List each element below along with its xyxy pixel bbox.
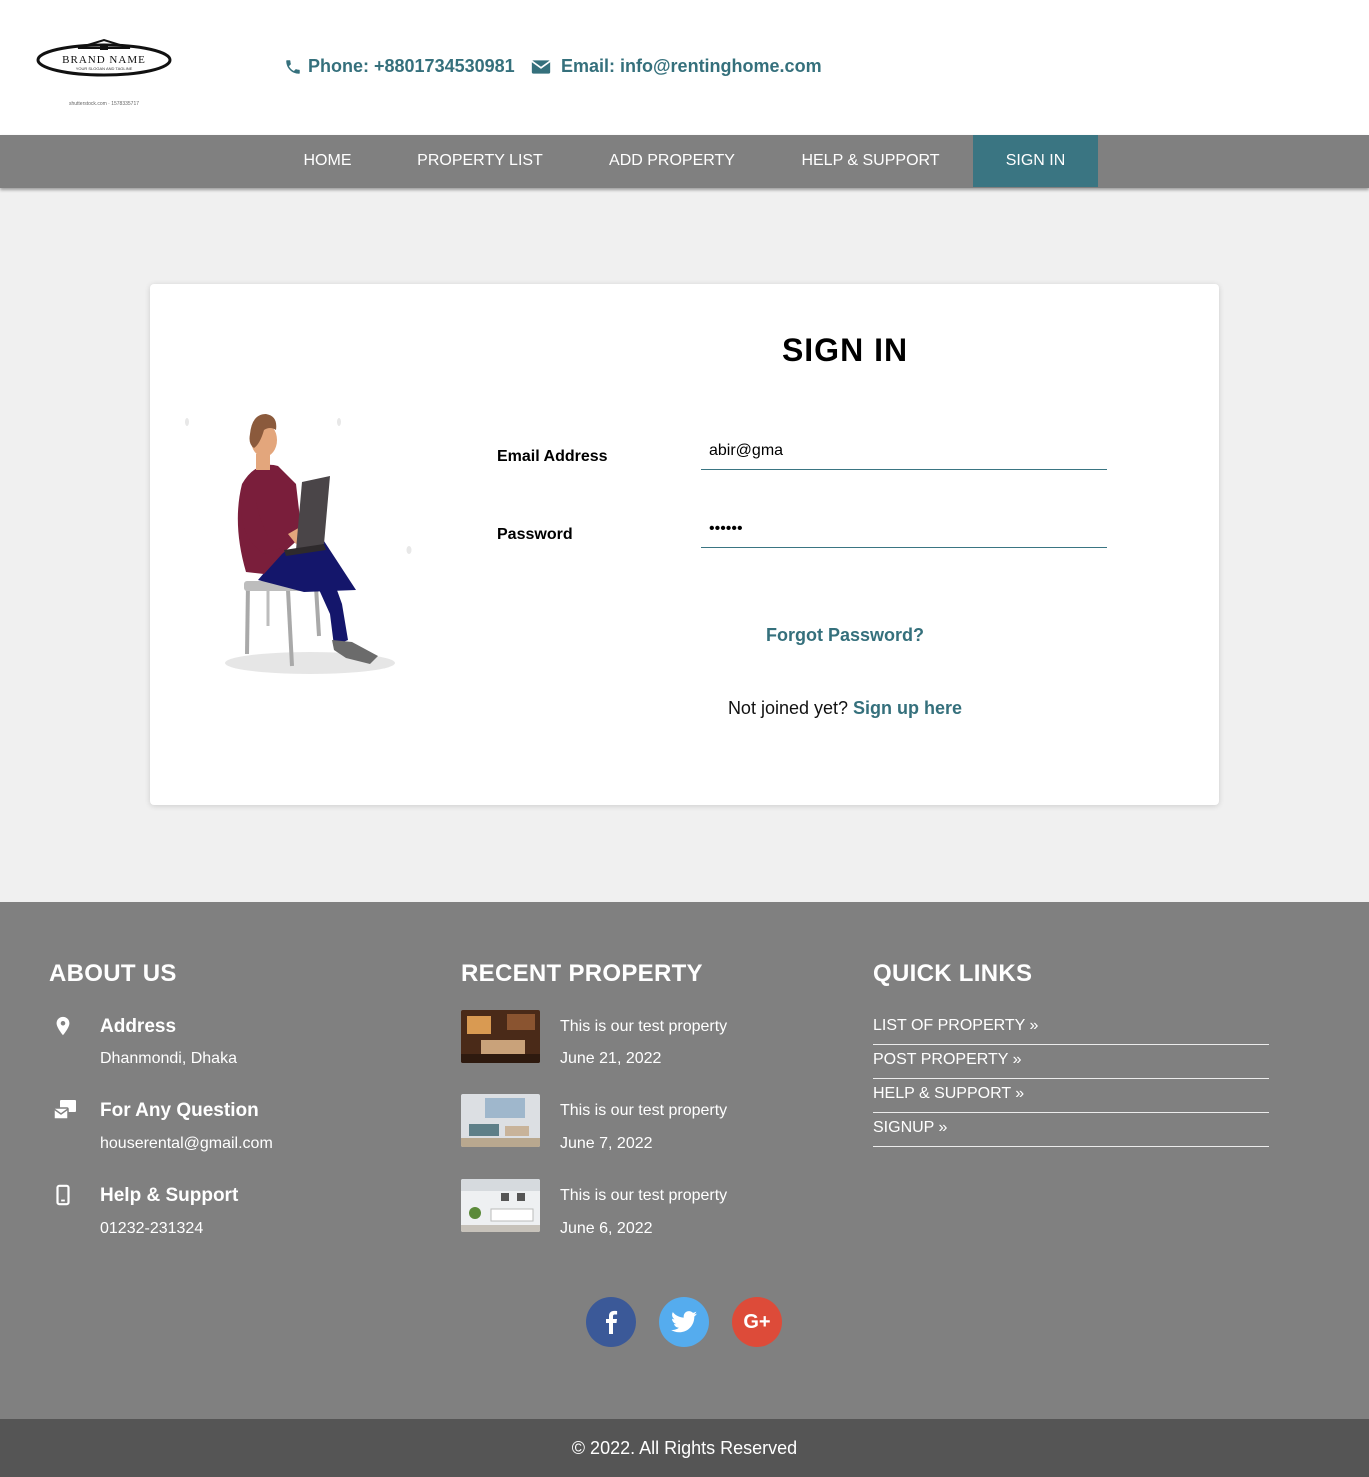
facebook-icon[interactable] — [586, 1297, 636, 1347]
recent-property-title[interactable]: This is our test property — [560, 1187, 727, 1205]
question-title: For Any Question — [100, 1100, 259, 1121]
svg-text:shutterstock.com · 1578335717: shutterstock.com · 1578335717 — [69, 101, 139, 107]
email-label: Email Address — [497, 448, 608, 465]
nav-sign-in[interactable]: SIGN IN — [973, 135, 1098, 187]
envelope-icon — [531, 59, 551, 74]
help-support-value: 01232-231324 — [100, 1220, 204, 1237]
recent-property-date: June 6, 2022 — [560, 1220, 653, 1237]
brand-logo[interactable]: BRAND NAME YOUR SLOGAN AND TAGLINE shutt… — [36, 38, 176, 112]
question-value[interactable]: houserental@gmail.com — [100, 1135, 273, 1153]
google-plus-icon[interactable]: G+ — [732, 1297, 782, 1347]
recent-property-date: June 21, 2022 — [560, 1050, 662, 1067]
mail-question-icon — [53, 1100, 76, 1120]
phone-icon — [286, 59, 300, 74]
help-support-title: Help & Support — [100, 1185, 239, 1206]
quick-link-signup[interactable]: SIGNUP » — [873, 1113, 1269, 1147]
property-thumb[interactable] — [461, 1094, 540, 1147]
forgot-password-link[interactable]: Forgot Password? — [690, 625, 1000, 646]
main-nav: HOME PROPERTY LIST ADD PROPERTY HELP & S… — [0, 135, 1369, 188]
svg-text:BRAND NAME: BRAND NAME — [62, 54, 146, 66]
nav-help-support[interactable]: HELP & SUPPORT — [768, 135, 973, 187]
quick-link-help-support[interactable]: HELP & SUPPORT » — [873, 1079, 1269, 1113]
recent-heading: RECENT PROPERTY — [461, 960, 703, 987]
recent-property-title[interactable]: This is our test property — [560, 1018, 727, 1036]
password-label: Password — [497, 526, 573, 543]
email-field[interactable] — [701, 432, 1107, 470]
svg-text:YOUR SLOGAN AND TAGLINE: YOUR SLOGAN AND TAGLINE — [76, 66, 133, 71]
quick-link-post-property[interactable]: POST PROPERTY » — [873, 1045, 1269, 1079]
signin-card: SIGN IN Email Address Password Forgot Pa… — [150, 284, 1219, 805]
twitter-icon[interactable] — [659, 1297, 709, 1347]
mobile-phone-icon — [56, 1184, 70, 1206]
copyright-bar: © 2022. All Rights Reserved — [0, 1419, 1369, 1477]
recent-property-date: June 7, 2022 — [560, 1135, 653, 1152]
signup-prompt: Not joined yet? Sign up here — [630, 698, 1060, 719]
property-thumb[interactable] — [461, 1010, 540, 1063]
about-heading: ABOUT US — [49, 960, 177, 987]
header-email-text: Email: info@rentinghome.com — [561, 56, 822, 76]
map-pin-icon — [56, 1016, 70, 1036]
nav-property-list[interactable]: PROPERTY LIST — [384, 135, 576, 187]
property-thumb[interactable] — [461, 1179, 540, 1232]
person-laptop-illustration — [184, 404, 424, 684]
nav-add-property[interactable]: ADD PROPERTY — [576, 135, 768, 187]
header-email[interactable]: Email: info@rentinghome.com — [531, 56, 822, 77]
nav-home[interactable]: HOME — [271, 135, 384, 187]
quick-link-list-property[interactable]: LIST OF PROPERTY » — [873, 1011, 1269, 1045]
password-field[interactable] — [701, 510, 1107, 548]
quick-links-heading: QUICK LINKS — [873, 960, 1033, 987]
header-phone-text: Phone: +8801734530981 — [308, 56, 515, 76]
recent-property-title[interactable]: This is our test property — [560, 1102, 727, 1120]
signup-prompt-text: Not joined yet? — [727, 698, 849, 718]
google-plus-glyph: G+ — [743, 1310, 771, 1333]
site-footer: ABOUT US Address Dhanmondi, Dhaka For An… — [0, 902, 1369, 1419]
address-title: Address — [100, 1016, 177, 1037]
signin-title: SIGN IN — [781, 332, 909, 368]
site-header: BRAND NAME YOUR SLOGAN AND TAGLINE shutt… — [0, 0, 1369, 135]
header-phone[interactable]: Phone: +8801734530981 — [284, 56, 515, 77]
signup-link[interactable]: Sign up here — [853, 698, 962, 718]
address-value: Dhanmondi, Dhaka — [100, 1050, 237, 1067]
